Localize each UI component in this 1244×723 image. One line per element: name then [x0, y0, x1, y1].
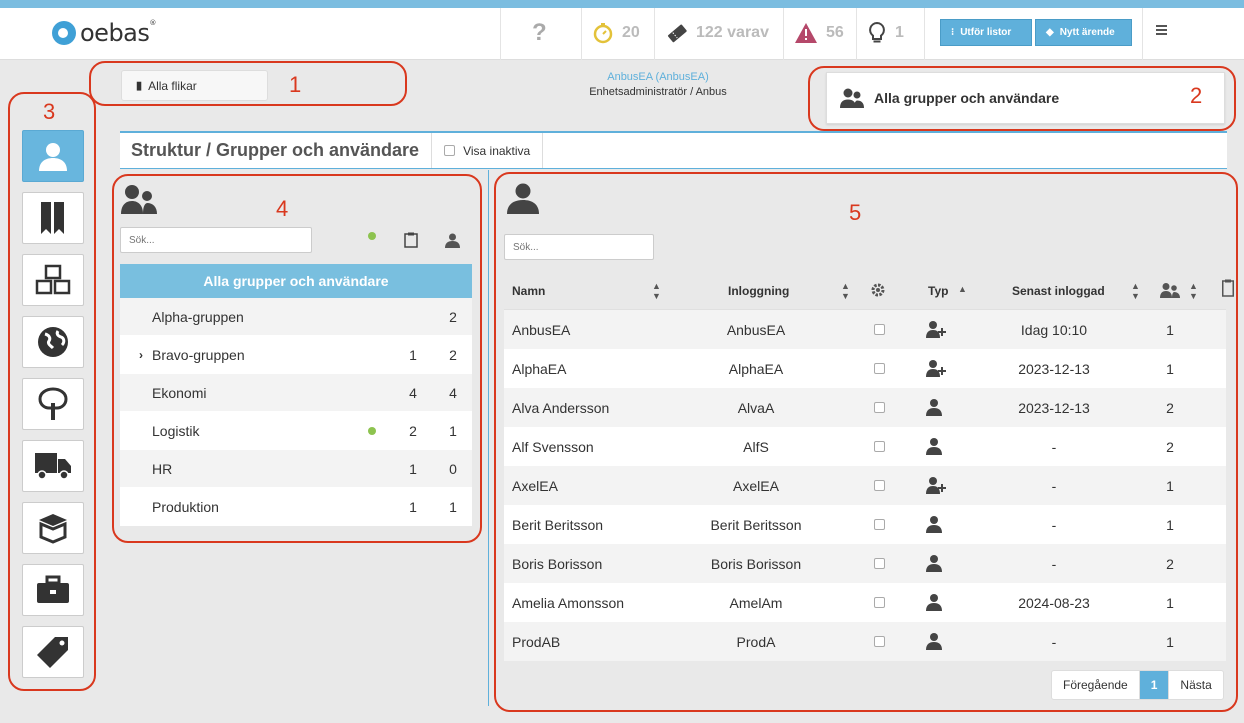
app-logo[interactable]: oebas® [52, 19, 156, 47]
header-divider [654, 8, 655, 60]
current-user-role: Enhetsadministratör / Anbus [589, 86, 727, 98]
show-inactive-checkbox[interactable] [444, 145, 456, 156]
alert-count: 56 [826, 24, 844, 41]
ticket-counter[interactable]: 122 varav [666, 20, 769, 46]
header-divider [500, 8, 501, 60]
help-icon: ? [532, 19, 547, 46]
menu-icon[interactable] [1156, 25, 1167, 37]
annotation-label-2: 2 [1190, 83, 1203, 108]
header-divider [924, 8, 925, 60]
annotation-box-1 [89, 61, 407, 106]
header-divider [581, 8, 582, 60]
alert-counter[interactable]: 56 [794, 20, 844, 46]
lightbulb-icon [869, 21, 885, 43]
logo-text: oebas® [80, 19, 156, 47]
tag-icon: ◆ [1046, 27, 1054, 38]
help-button[interactable]: ? [532, 19, 547, 46]
warning-icon [795, 23, 817, 43]
page-title-bar: Struktur / Grupper och användare Visa in… [120, 131, 1227, 169]
annotation-label-3: 3 [43, 99, 56, 124]
run-lists-button[interactable]: ⁝ Utför listor [940, 19, 1032, 46]
new-case-button[interactable]: ◆ Nytt ärende [1035, 19, 1132, 46]
header-divider [1142, 8, 1143, 60]
idea-counter[interactable]: 1 [867, 20, 904, 46]
show-inactive-toggle[interactable]: Visa inaktiva [432, 133, 544, 168]
annotation-box-4 [112, 174, 482, 543]
ticket-count: 122 varav [696, 24, 769, 41]
header-divider [783, 8, 784, 60]
panel-divider [488, 170, 489, 706]
ticket-icon [667, 24, 687, 43]
timer-count: 20 [622, 24, 640, 41]
annotation-label-1: 1 [289, 72, 302, 97]
list-check-icon: ⁝ [951, 27, 955, 38]
timer-counter[interactable]: 20 [592, 20, 640, 46]
logo-mark-icon [52, 21, 76, 45]
page-title: Struktur / Grupper och användare [120, 133, 433, 168]
stopwatch-icon [593, 23, 613, 44]
annotation-label-5: 5 [849, 200, 862, 225]
top-accent-strip [0, 0, 1244, 8]
current-user-name[interactable]: AnbusEA (AnbusEA) [540, 70, 776, 85]
header-divider [856, 8, 857, 60]
annotation-box-5 [494, 172, 1238, 712]
idea-count: 1 [895, 24, 904, 41]
annotation-box-2 [808, 66, 1236, 131]
annotation-label-4: 4 [276, 196, 289, 221]
annotation-box-3 [8, 92, 96, 691]
current-user-info: AnbusEA (AnbusEA) Enhetsadministratör / … [540, 70, 776, 100]
